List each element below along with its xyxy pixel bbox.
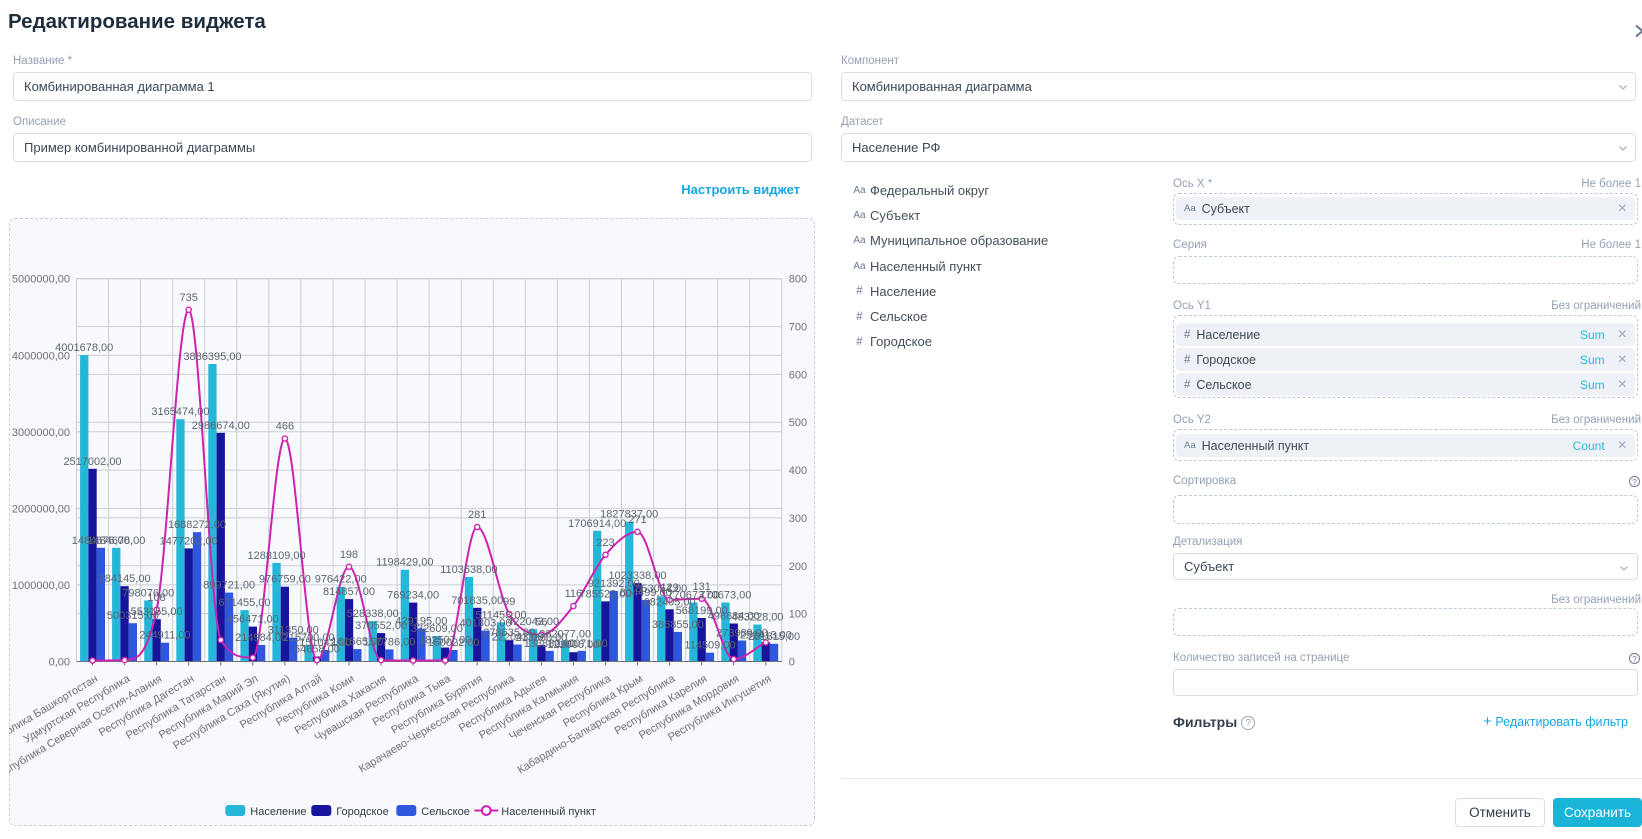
svg-text:466: 466 bbox=[276, 421, 294, 433]
svg-text:553155,00: 553155,00 bbox=[131, 606, 183, 618]
svg-text:1288109,00: 1288109,00 bbox=[248, 550, 306, 562]
svg-text:386855,00: 386855,00 bbox=[652, 619, 704, 631]
svg-text:0,00: 0,00 bbox=[49, 657, 70, 669]
svg-text:56: 56 bbox=[535, 617, 547, 629]
svg-text:400: 400 bbox=[789, 465, 807, 477]
svg-text:150022,00: 150022,00 bbox=[428, 637, 480, 649]
svg-text:3165474,00: 3165474,00 bbox=[151, 406, 209, 418]
svg-text:157786,00: 157786,00 bbox=[363, 636, 415, 648]
svg-text:99: 99 bbox=[503, 596, 515, 608]
svg-text:198: 198 bbox=[340, 549, 358, 561]
svg-text:700: 700 bbox=[789, 322, 807, 334]
svg-text:1023338,00: 1023338,00 bbox=[608, 570, 666, 582]
svg-text:116: 116 bbox=[565, 588, 583, 600]
svg-text:1484676,00: 1484676,00 bbox=[87, 535, 145, 547]
svg-text:701835,00: 701835,00 bbox=[451, 595, 503, 607]
svg-text:223: 223 bbox=[596, 537, 614, 549]
svg-text:2000000,00: 2000000,00 bbox=[12, 503, 70, 515]
svg-text:422043,00: 422043,00 bbox=[507, 616, 559, 628]
svg-text:769234,00: 769234,00 bbox=[387, 590, 439, 602]
svg-text:528338,00: 528338,00 bbox=[347, 608, 399, 620]
svg-text:1103638,00: 1103638,00 bbox=[440, 564, 497, 576]
svg-text:Сельское: Сельское bbox=[421, 806, 470, 818]
svg-text:2986674,00: 2986674,00 bbox=[192, 420, 250, 432]
svg-text:200: 200 bbox=[789, 561, 807, 573]
svg-text:976422,00: 976422,00 bbox=[315, 574, 367, 586]
svg-text:600: 600 bbox=[789, 369, 807, 381]
svg-text:114509,00: 114509,00 bbox=[684, 640, 735, 652]
svg-text:108: 108 bbox=[147, 592, 165, 604]
svg-text:814857,00: 814857,00 bbox=[323, 586, 375, 598]
svg-text:1688272,00: 1688272,00 bbox=[168, 519, 226, 531]
svg-text:3000000,00: 3000000,00 bbox=[12, 427, 70, 439]
svg-text:140071,00: 140071,00 bbox=[556, 638, 608, 650]
svg-text:1477202,00: 1477202,00 bbox=[160, 535, 218, 547]
svg-text:5000000,00: 5000000,00 bbox=[12, 274, 70, 286]
svg-text:131: 131 bbox=[693, 581, 711, 593]
svg-text:984145,00: 984145,00 bbox=[99, 573, 151, 585]
svg-text:231815,00: 231815,00 bbox=[748, 631, 800, 643]
svg-text:271: 271 bbox=[628, 514, 646, 526]
svg-text:3886395,00: 3886395,00 bbox=[183, 351, 241, 363]
svg-text:244911,00: 244911,00 bbox=[139, 630, 190, 642]
svg-text:1198429,00: 1198429,00 bbox=[376, 557, 433, 569]
svg-text:0: 0 bbox=[789, 657, 795, 669]
svg-text:281: 281 bbox=[468, 509, 486, 521]
svg-text:129: 129 bbox=[660, 582, 678, 594]
svg-text:500: 500 bbox=[789, 417, 807, 429]
svg-text:976759,00: 976759,00 bbox=[259, 574, 311, 586]
svg-text:300: 300 bbox=[789, 513, 807, 525]
svg-text:2517002,00: 2517002,00 bbox=[63, 456, 121, 468]
svg-text:671455,00: 671455,00 bbox=[219, 597, 271, 609]
svg-text:800: 800 bbox=[789, 274, 807, 286]
svg-text:Населенный пункт: Населенный пункт bbox=[501, 806, 596, 818]
svg-text:735: 735 bbox=[180, 292, 198, 304]
svg-text:483228,00: 483228,00 bbox=[732, 612, 784, 624]
svg-text:Население: Население bbox=[250, 806, 306, 818]
svg-text:1000000,00: 1000000,00 bbox=[12, 580, 70, 592]
svg-text:332609,00: 332609,00 bbox=[411, 623, 463, 635]
svg-text:100: 100 bbox=[789, 609, 807, 621]
svg-text:899721,00: 899721,00 bbox=[203, 580, 255, 592]
svg-text:4001678,00: 4001678,00 bbox=[55, 342, 113, 354]
svg-text:Городское: Городское bbox=[336, 806, 388, 818]
